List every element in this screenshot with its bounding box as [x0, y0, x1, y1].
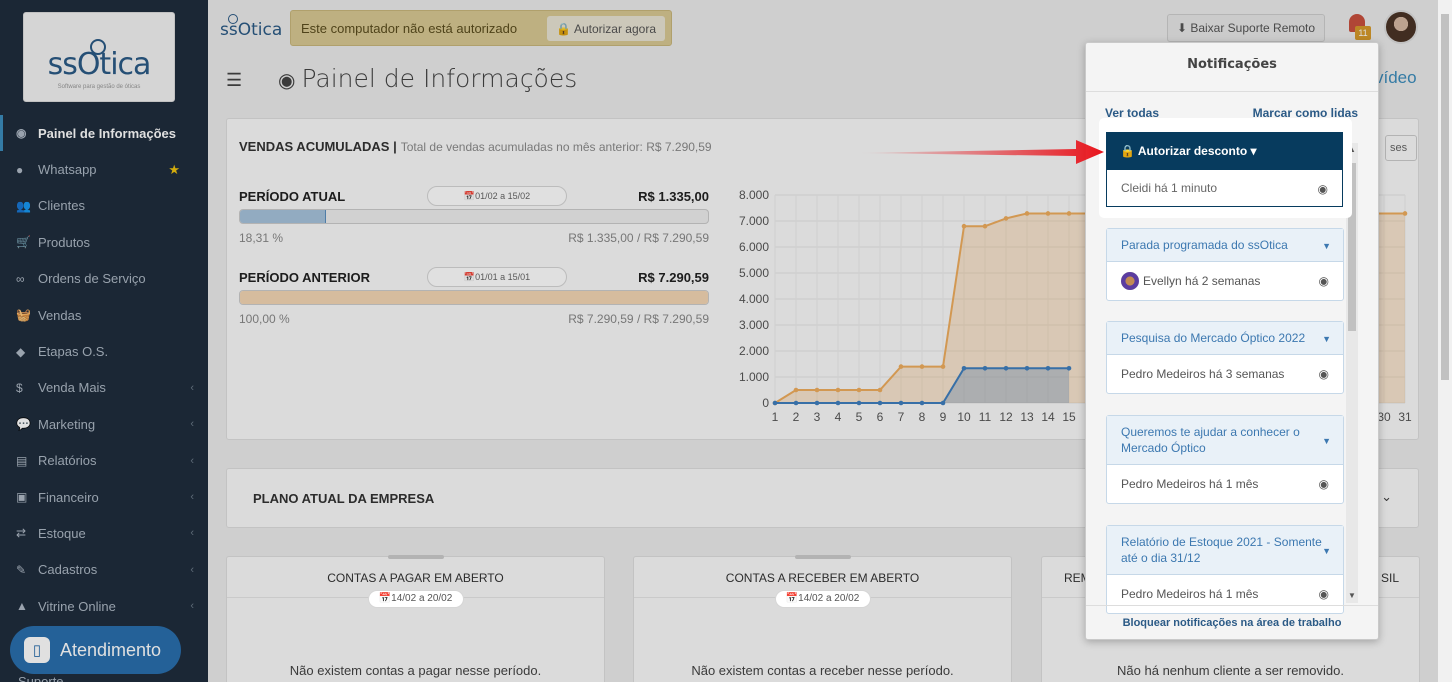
dropdown-caret-icon[interactable]: ▼ — [1322, 433, 1331, 449]
eye-icon[interactable]: ◉ — [1319, 477, 1329, 491]
block-desktop-notifications-link[interactable]: Bloquear notificações na área de trabalh… — [1086, 605, 1378, 639]
notification-item[interactable]: Relatório de Estoque 2021 - Somente até … — [1106, 525, 1344, 614]
notification-title[interactable]: Queremos te ajudar a conhecer o Mercado … — [1107, 416, 1343, 465]
payables-range[interactable]: 📅14/02 a 20/02 — [367, 590, 464, 608]
notification-item[interactable]: Pesquisa do Mercado Óptico 2022 ▼ Pedro M… — [1106, 321, 1344, 394]
eye-icon[interactable]: ◉ — [1319, 367, 1329, 381]
eye-icon[interactable]: ◉ — [1318, 182, 1328, 196]
page-scrollbar[interactable] — [1438, 0, 1452, 682]
dropdown-caret-icon[interactable]: ▼ — [1322, 331, 1331, 347]
highlighted-notification[interactable]: 🔒 Autorizar desconto ▾ Cleidi há 1 minut… — [1101, 120, 1350, 216]
notification-item[interactable]: Queremos te ajudar a conhecer o Mercado … — [1106, 415, 1344, 504]
notifications-title: Notificações — [1187, 57, 1277, 72]
dropdown-caret-icon[interactable]: ▼ — [1322, 543, 1331, 559]
receivables-range[interactable]: 📅14/02 a 20/02 — [774, 590, 871, 608]
eye-icon[interactable]: ◉ — [1319, 587, 1329, 601]
red-arrow-annotation — [858, 140, 1104, 164]
see-all-link[interactable]: Ver todas — [1105, 106, 1159, 120]
authorize-discount-meta: Cleidi há 1 minuto ◉ — [1106, 170, 1343, 207]
avatar — [1121, 272, 1139, 290]
notification-title[interactable]: Parada programada do ssOtica ▼ — [1107, 229, 1343, 262]
notification-meta: Pedro Medeiros há 1 mês ◉ — [1121, 477, 1329, 491]
eye-icon[interactable]: ◉ — [1319, 274, 1329, 288]
notification-title[interactable]: Pesquisa do Mercado Óptico 2022 ▼ — [1107, 322, 1343, 355]
dropdown-caret-icon[interactable]: ▼ — [1322, 238, 1331, 254]
notification-item[interactable]: Parada programada do ssOtica ▼ Evellyn há… — [1106, 228, 1344, 301]
notification-meta: Pedro Medeiros há 3 semanas ◉ — [1121, 367, 1329, 381]
mark-as-read-link[interactable]: Marcar como lidas — [1253, 106, 1358, 120]
authorize-discount-header[interactable]: 🔒 Autorizar desconto ▾ — [1106, 132, 1343, 170]
notification-meta: Evellyn há 2 semanas ◉ — [1107, 262, 1343, 300]
notification-title[interactable]: Relatório de Estoque 2021 - Somente até … — [1107, 526, 1343, 575]
